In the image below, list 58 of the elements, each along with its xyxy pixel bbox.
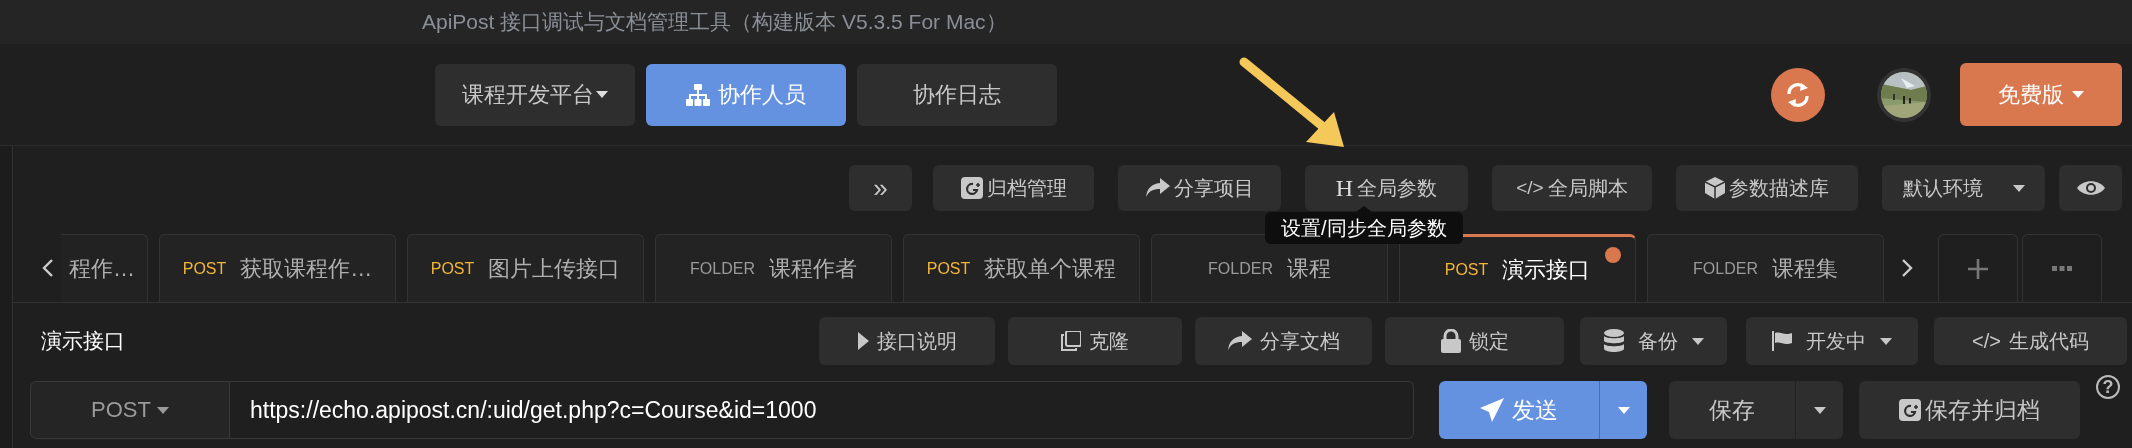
project-menu[interactable]: 课程开发平台: [435, 63, 635, 126]
database-icon: [1603, 329, 1624, 353]
caret-icon: [1880, 337, 1892, 345]
window-title: ApiPost 接口调试与文档管理工具（构建版本 V5.3.5 For Mac）: [422, 9, 1007, 35]
caret-icon: [2012, 184, 2025, 192]
method-select[interactable]: POST: [30, 381, 230, 439]
status-menu[interactable]: 开发中: [1746, 317, 1918, 365]
request-tab[interactable]: POST 获取单个课程: [903, 234, 1140, 302]
lock-button[interactable]: 锁定: [1385, 317, 1564, 365]
more-icon: [2052, 265, 2072, 272]
tooltip: 设置/同步全局参数: [1265, 206, 1463, 244]
global-params-button[interactable]: H 全局参数: [1305, 165, 1468, 211]
archive-icon: [960, 177, 983, 199]
caret-icon: [1813, 406, 1826, 414]
log-button[interactable]: 协作日志: [857, 63, 1057, 126]
caret-icon: [1691, 337, 1704, 345]
share-icon: [1145, 178, 1170, 198]
help-button[interactable]: ?: [2096, 375, 2120, 399]
request-tab[interactable]: 程作…: [61, 234, 148, 302]
archive-icon: [1899, 399, 1921, 421]
send-icon: [1480, 398, 1504, 422]
environment-select[interactable]: 默认环境: [1882, 165, 2045, 211]
share-project-button[interactable]: 分享项目: [1118, 165, 1281, 211]
sync-button[interactable]: [1771, 67, 1825, 122]
url-field[interactable]: https://echo.apipost.cn/:uid/get.php?c=Course&id=1000: [230, 381, 1414, 439]
flag-icon: [1772, 331, 1792, 351]
request-tab[interactable]: POST 获取课程作…: [159, 234, 396, 302]
sync-icon: [1785, 80, 1811, 109]
global-script-button[interactable]: </> 全局脚本: [1492, 165, 1652, 211]
share-icon: [1227, 331, 1252, 351]
backup-menu[interactable]: 备份: [1580, 317, 1727, 365]
save-button[interactable]: 保存: [1669, 381, 1795, 439]
request-tab[interactable]: FOLDER 课程集: [1647, 234, 1884, 302]
clone-button[interactable]: 克隆: [1008, 317, 1182, 365]
cube-icon: [1705, 177, 1725, 199]
play-icon: [857, 332, 869, 350]
eye-icon: [2076, 179, 2105, 197]
doc-button[interactable]: 接口说明: [819, 317, 995, 365]
param-library-button[interactable]: 参数描述库: [1676, 165, 1858, 211]
request-title: 演示接口: [41, 328, 126, 354]
copy-icon: [1061, 331, 1081, 351]
caret-icon: [156, 406, 169, 414]
caret-icon: [596, 91, 608, 98]
request-tab[interactable]: FOLDER 课程作者: [655, 234, 892, 302]
caret-icon: [1617, 406, 1630, 414]
lock-icon: [1440, 329, 1461, 353]
visibility-button[interactable]: [2059, 165, 2122, 211]
chevron-left-icon: [42, 258, 54, 278]
add-icon: [1968, 258, 1988, 279]
share-doc-button[interactable]: 分享文档: [1195, 317, 1372, 365]
code-button[interactable]: </> 生成代码: [1934, 317, 2127, 365]
caret-icon: [2072, 91, 2084, 98]
chevron-right-icon: [1901, 258, 1913, 278]
sitemap-icon: [686, 83, 710, 106]
request-tab[interactable]: POST 图片上传接口: [407, 234, 644, 302]
expand-button[interactable]: »: [849, 165, 912, 211]
archive-button[interactable]: 归档管理: [933, 165, 1094, 211]
save-archive-button[interactable]: 保存并归档: [1859, 381, 2080, 439]
